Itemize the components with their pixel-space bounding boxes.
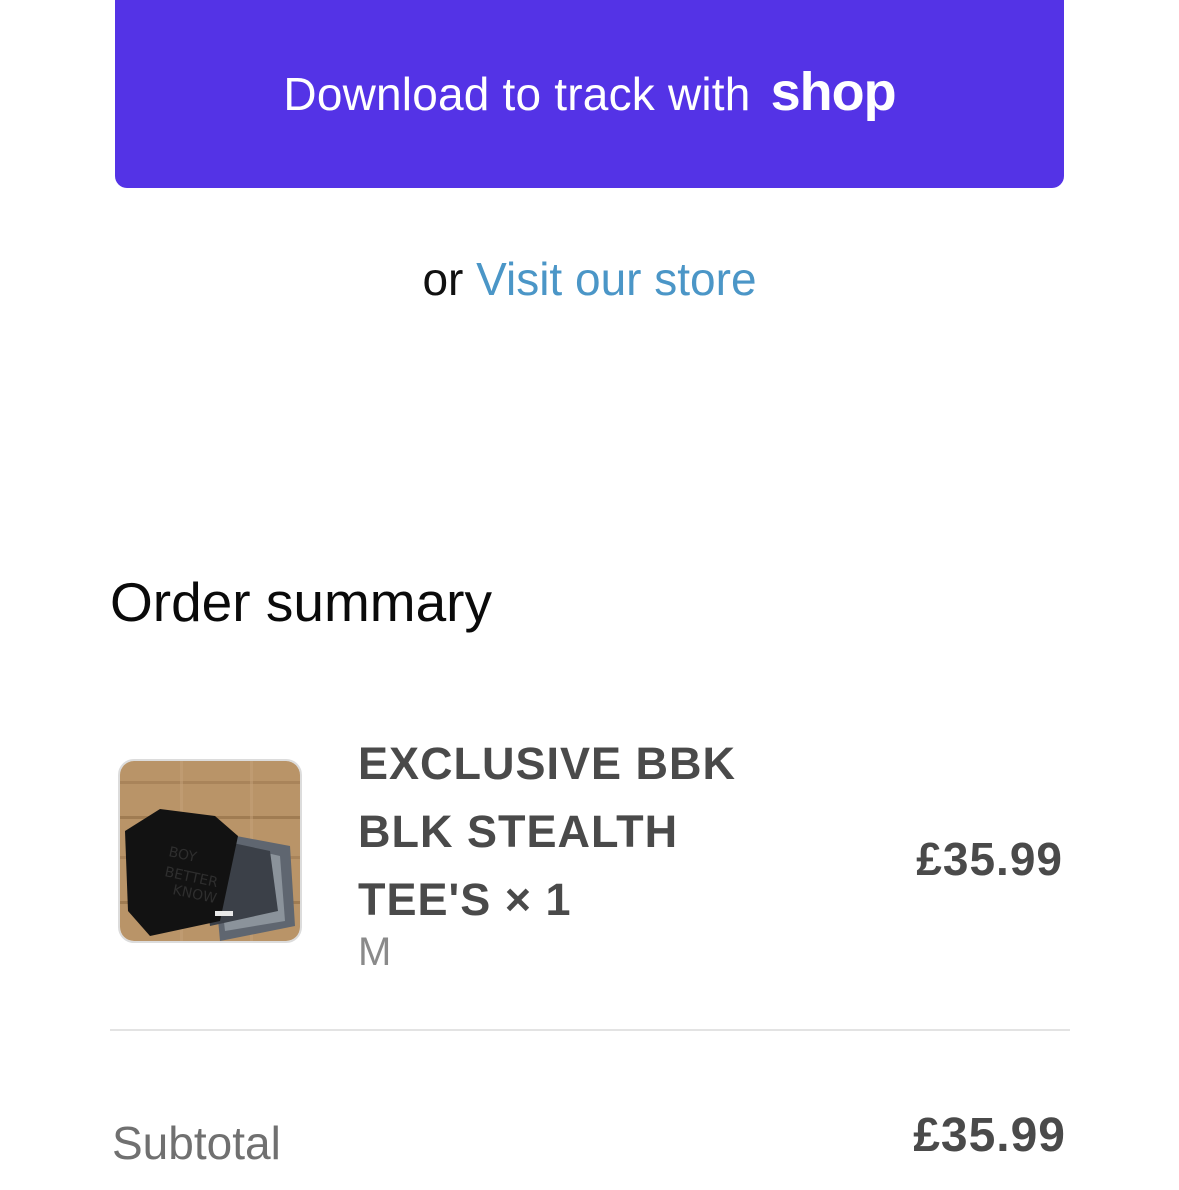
product-thumbnail: BOY BETTER KNOW [118,759,302,943]
subtotal-value: £35.99 [913,1109,1066,1162]
subtotal-label: Subtotal [112,1117,281,1169]
tshirt-product-photo-icon: BOY BETTER KNOW [120,761,300,941]
visit-store-line: or Visit our store [0,252,1179,306]
product-variant: M [358,930,392,974]
order-summary-title: Order summary [110,571,492,633]
shop-button-content: Download to track with shop [283,62,897,125]
summary-divider [110,1029,1070,1031]
store-link-prefix: or [422,253,464,305]
shop-button-label: Download to track with [283,68,751,120]
product-price: £35.99 [916,833,1063,885]
download-shop-app-button[interactable]: Download to track with shop [115,0,1064,188]
visit-store-link[interactable]: Visit our store [476,253,756,305]
product-title: EXCLUSIVE BBK BLK STEALTH TEE'S × 1 [358,738,737,925]
shop-logo: shop [770,62,897,122]
